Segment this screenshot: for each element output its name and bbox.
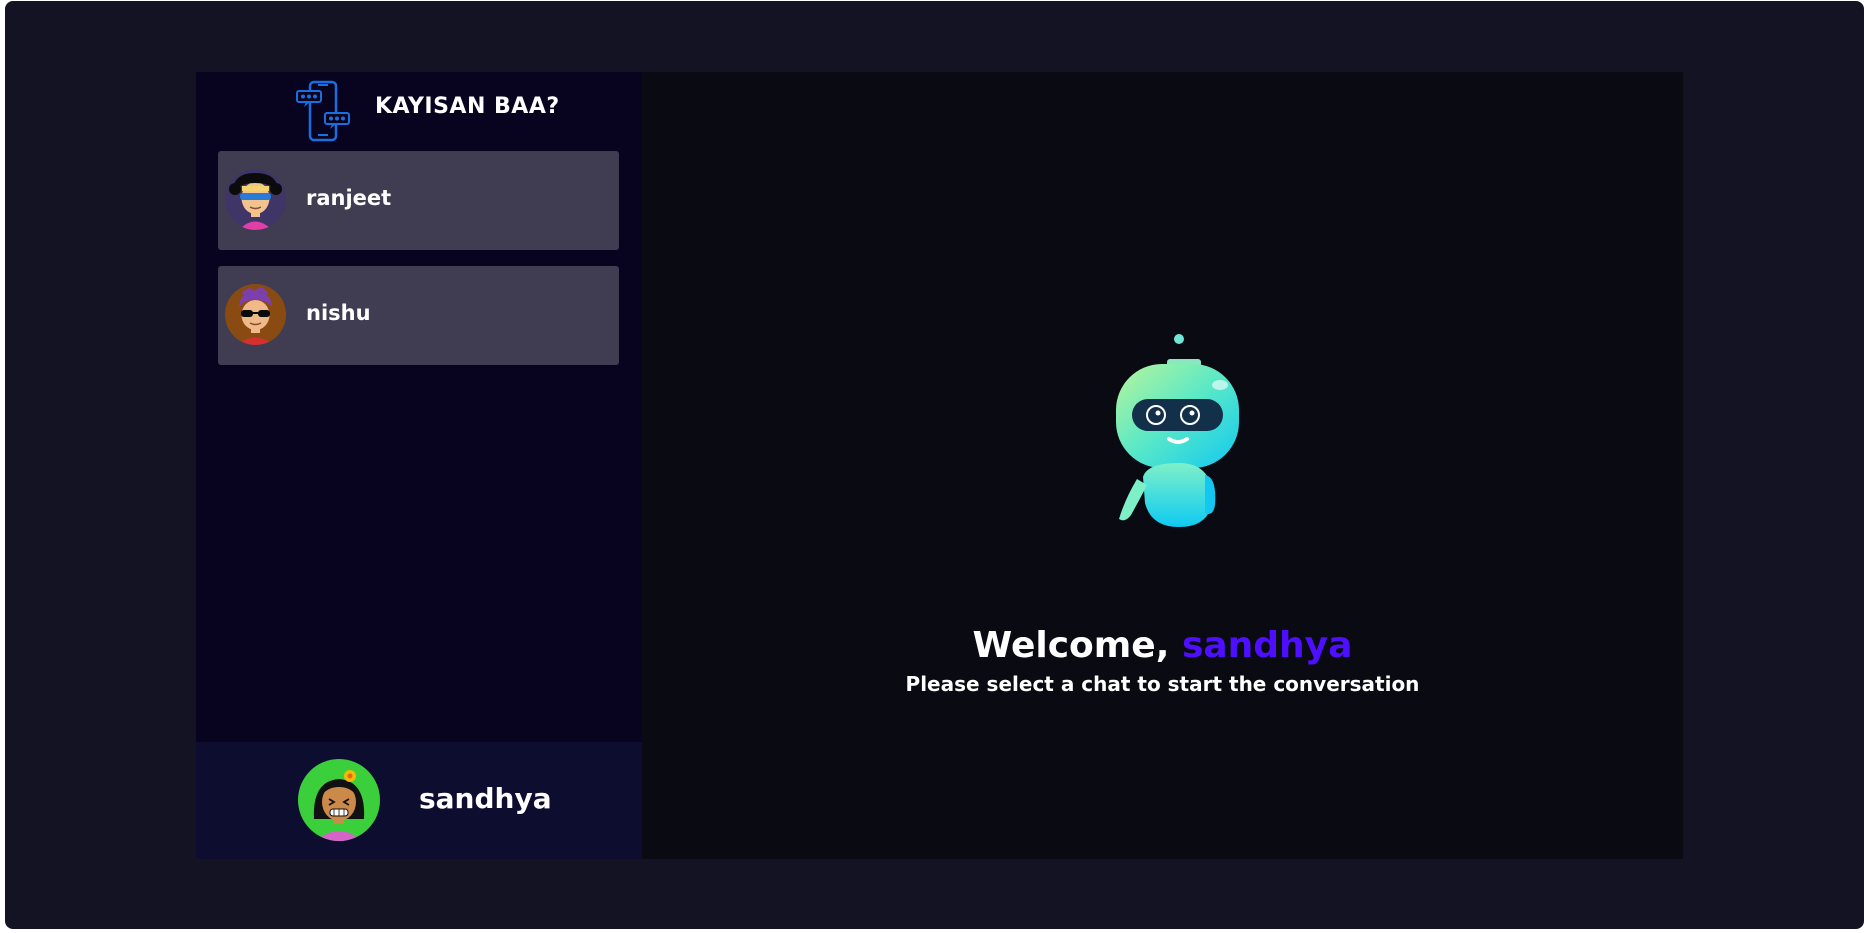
welcome-panel: Welcome, sandhya Please select a chat to… [642,72,1683,859]
contact-item-nishu[interactable]: nishu [218,266,619,365]
brand-header: KAYISAN BAA? [196,72,642,144]
avatar-ranjeet [225,169,286,230]
contacts-sidebar: KAYISAN BAA? ranjeet nishu sandhya [196,72,642,859]
chat-app-container: KAYISAN BAA? ranjeet nishu sandhya Welco… [196,72,1683,859]
robot-icon [1116,334,1239,527]
welcome-greeting: Welcome, [972,625,1170,666]
avatar-nishu [225,284,286,345]
current-user-name: sandhya [419,782,552,815]
current-user-panel: sandhya [196,742,642,859]
chat-phone-logo-icon [296,80,350,142]
contact-name: nishu [306,301,371,325]
page-background: KAYISAN BAA? ranjeet nishu sandhya Welco… [5,1,1864,929]
welcome-subtitle: Please select a chat to start the conver… [905,672,1420,696]
brand-title: KAYISAN BAA? [375,94,560,119]
welcome-username: sandhya [1181,625,1353,666]
avatar-sandhya [298,759,380,841]
contact-name: ranjeet [306,186,392,210]
contact-item-ranjeet[interactable]: ranjeet [218,151,619,250]
welcome-heading: Welcome, sandhya [642,625,1683,666]
